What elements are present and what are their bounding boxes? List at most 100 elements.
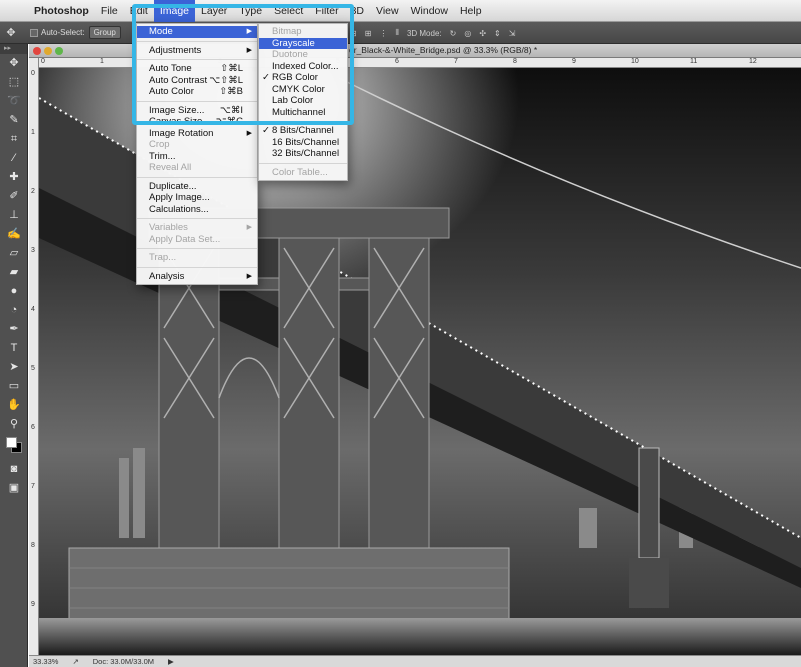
crop-tool-icon[interactable]: ⌗ (0, 130, 28, 149)
menu-file[interactable]: File (95, 0, 124, 22)
image-menu-item-trim[interactable]: Trim... (137, 151, 257, 163)
eraser-tool-icon[interactable]: ▱ (0, 244, 28, 263)
menu-separator (259, 162, 347, 164)
menu-item-label: 16 Bits/Channel (272, 136, 340, 148)
mode-menu-item-multichannel[interactable]: Multichannel (259, 107, 347, 119)
screen-mode-icon[interactable]: ▣ (0, 479, 28, 498)
menu-help[interactable]: Help (454, 0, 488, 22)
eyedropper-tool-icon[interactable]: ⁄ (0, 149, 28, 168)
gradient-tool-icon[interactable]: ▰ (0, 263, 28, 282)
menu-window[interactable]: Window (405, 0, 454, 22)
type-tool-icon[interactable]: T (0, 339, 28, 358)
image-menu-item-image-size[interactable]: Image Size... ⌥⌘I (137, 105, 257, 117)
mode-menu-item-32-bits-channel[interactable]: 32 Bits/Channel (259, 148, 347, 160)
toolbox-grip[interactable]: ▸▸ (0, 44, 27, 54)
3d-slide-icon[interactable]: ⇕ (494, 29, 501, 38)
brush-tool-icon[interactable]: ✐ (0, 187, 28, 206)
menu-select[interactable]: Select (268, 0, 309, 22)
menu-item-label: Auto Color (149, 86, 194, 97)
close-window-icon[interactable] (33, 47, 41, 55)
image-menu-item-adjustments[interactable]: Adjustments ▶ (137, 45, 257, 57)
quick-select-tool-icon[interactable]: ✎ (0, 111, 28, 130)
menu-item-label: Multichannel (272, 106, 326, 118)
dodge-tool-icon[interactable]: ◔ (0, 301, 28, 320)
lasso-tool-icon[interactable]: ➰ (0, 92, 28, 111)
zoom-level[interactable]: 33.33% (33, 657, 58, 666)
minimize-window-icon[interactable] (44, 47, 52, 55)
auto-select-checkbox[interactable] (30, 28, 38, 37)
marquee-tool-icon[interactable]: ⬚ (0, 73, 28, 92)
shortcut-label: ⇧⌘L (220, 63, 243, 74)
mode-menu-item-16-bits-channel[interactable]: 16 Bits/Channel (259, 137, 347, 149)
image-menu-item-calculations[interactable]: Calculations... (137, 204, 257, 216)
mode-menu-item-grayscale[interactable]: Grayscale (259, 37, 347, 49)
auto-select-dropdown[interactable]: Group (88, 26, 121, 39)
image-menu-item-duplicate[interactable]: Duplicate... (137, 181, 257, 193)
menu-image[interactable]: Image (153, 0, 196, 22)
3d-rotate-icon[interactable]: ↻ (450, 29, 457, 38)
menu-filter[interactable]: Filter (309, 0, 344, 22)
pen-tool-icon[interactable]: ✒ (0, 320, 28, 339)
blur-tool-icon[interactable]: ● (0, 282, 28, 301)
hand-tool-icon[interactable]: ✋ (0, 396, 28, 415)
menu-3d[interactable]: 3D (345, 0, 370, 22)
clone-stamp-tool-icon[interactable]: ⊥ (0, 206, 28, 225)
mode-menu-item-8-bits-channel[interactable]: ✓ 8 Bits/Channel (259, 125, 347, 137)
menu-view[interactable]: View (370, 0, 405, 22)
image-menu-item-auto-tone[interactable]: Auto Tone ⇧⌘L (137, 63, 257, 75)
status-arrow-icon[interactable]: ▶ (168, 657, 174, 666)
zoom-window-icon[interactable] (55, 47, 63, 55)
menu-item-label: CMYK Color (272, 83, 325, 95)
zoom-tool-icon[interactable]: ⚲ (0, 415, 28, 434)
quick-mask-icon[interactable]: ◙ (0, 460, 28, 479)
mode-menu-item-cmyk-color[interactable]: CMYK Color (259, 84, 347, 96)
3d-mode-label: 3D Mode: (406, 28, 442, 38)
align-controls: ⊟ ⊞ ⋮ ⦀ 3D Mode: ↻ ◎ ✣ ⇕ ⇲ (350, 22, 515, 44)
export-icon[interactable]: ↗ (72, 657, 78, 666)
mode-menu-item-rgb-color[interactable]: ✓ RGB Color (259, 72, 347, 84)
menu-item-label: Variables (149, 222, 188, 233)
checkmark-icon: ✓ (262, 72, 270, 83)
menu-edit[interactable]: Edit (124, 0, 154, 22)
path-select-tool-icon[interactable]: ➤ (0, 358, 28, 377)
image-menu-item-apply-image[interactable]: Apply Image... (137, 192, 257, 204)
mode-menu-item-bitmap: Bitmap (259, 26, 347, 38)
color-swatches[interactable] (0, 434, 28, 460)
ruler-tick-label: 6 (31, 424, 35, 431)
menu-layer[interactable]: Layer (195, 0, 233, 22)
3d-scale-icon[interactable]: ⇲ (509, 29, 516, 38)
mode-menu-item-lab-color[interactable]: Lab Color (259, 95, 347, 107)
image-menu-item-analysis[interactable]: Analysis ▶ (137, 271, 257, 283)
options-bar: ✥ Auto-Select: Group ⊟ ⊞ ⋮ ⦀ 3D Mode: ↻ … (0, 22, 801, 44)
foreground-color-swatch[interactable] (6, 437, 17, 448)
3d-pan-icon[interactable]: ✣ (479, 29, 486, 38)
submenu-arrow-icon: ▶ (246, 272, 252, 280)
image-menu-item-variables: Variables ▶ (137, 222, 257, 234)
image-menu-item-canvas-size[interactable]: Canvas Size... ⌥⌘C (137, 116, 257, 128)
ruler-tick-label: 2 (31, 188, 35, 195)
move-tool-icon[interactable]: ✥ (0, 54, 28, 73)
rectangle-tool-icon[interactable]: ▭ (0, 377, 28, 396)
3d-roll-icon[interactable]: ◎ (464, 29, 471, 38)
healing-tool-icon[interactable]: ✚ (0, 168, 28, 187)
align-icon[interactable]: ⊞ (365, 29, 372, 38)
menu-app[interactable]: Photoshop (28, 0, 95, 22)
vertical-ruler[interactable]: 0 1 2 3 4 5 6 7 8 9 (29, 58, 39, 655)
ruler-tick-label: 6 (395, 58, 399, 65)
image-menu-item-auto-contrast[interactable]: Auto Contrast ⌥⇧⌘L (137, 75, 257, 87)
distribute-icon[interactable]: ⦀ (395, 28, 399, 38)
menu-item-label: Crop (149, 139, 170, 150)
menu-type[interactable]: Type (233, 0, 268, 22)
distribute-icon[interactable]: ⋮ (379, 29, 387, 38)
image-menu-item-mode[interactable]: Mode ▶ (137, 26, 257, 38)
image-menu-item-auto-color[interactable]: Auto Color ⇧⌘B (137, 86, 257, 98)
mode-menu-item-indexed-color[interactable]: Indexed Color... (259, 61, 347, 73)
menu-item-label: Analysis (149, 270, 185, 282)
submenu-arrow-icon: ▶ (246, 28, 252, 35)
history-brush-tool-icon[interactable]: ✍ (0, 225, 28, 244)
image-menu-item-image-rotation[interactable]: Image Rotation ▶ (137, 128, 257, 140)
menu-item-label: Trap... (149, 252, 177, 263)
menu-item-label: RGB Color (272, 72, 318, 83)
align-icon[interactable]: ⊟ (350, 29, 357, 38)
move-tool-preset-icon[interactable]: ✥ (0, 26, 22, 39)
